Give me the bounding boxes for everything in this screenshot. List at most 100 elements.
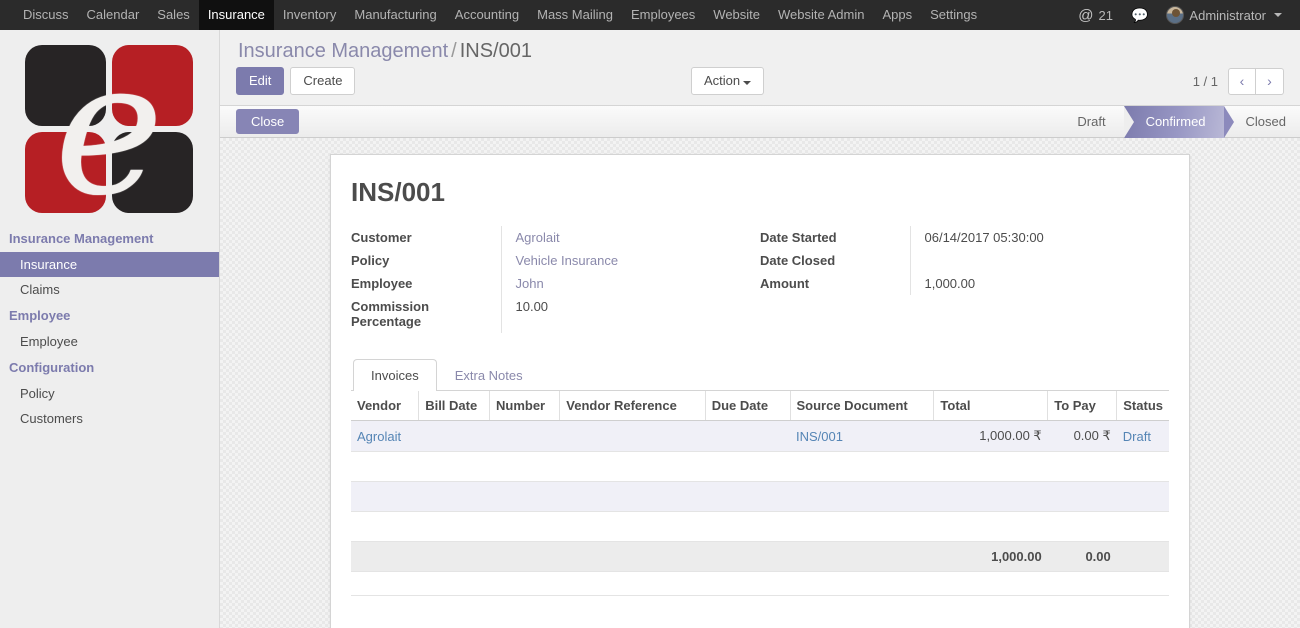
- field-row-date-started: Date Started 06/14/2017 05:30:00: [760, 226, 1169, 249]
- status-stage-label: Confirmed: [1145, 114, 1206, 129]
- table-tail-row: [351, 571, 1169, 596]
- cell-bill-date: [418, 420, 490, 452]
- sidebar-section-employee: Employee: [9, 308, 71, 323]
- nav-item-employees[interactable]: Employees: [622, 0, 704, 30]
- cell-due-date: [705, 420, 790, 452]
- field-value-date-closed: [909, 249, 1169, 272]
- cell-to-pay: 0.00 ₹: [1047, 420, 1117, 452]
- sidebar-item-policy[interactable]: Policy: [0, 381, 219, 406]
- total-sum-to-pay: 0.00: [1047, 541, 1117, 572]
- column-header-vendor-reference[interactable]: Vendor Reference: [559, 391, 706, 421]
- field-value-employee[interactable]: John: [516, 276, 544, 291]
- sidebar-item-claims[interactable]: Claims: [0, 277, 219, 302]
- field-value-policy[interactable]: Vehicle Insurance: [516, 253, 619, 268]
- main-content: Insurance Management / INS/001 Edit Create…: [220, 30, 1300, 628]
- control-panel: Insurance Management / INS/001 Edit Create…: [220, 30, 1300, 106]
- field-row-date-closed: Date Closed: [760, 249, 1169, 272]
- form-column-left: Customer Agrolait Policy Vehicle Insuran…: [351, 226, 760, 333]
- status-stage-draft[interactable]: Draft: [1063, 106, 1123, 138]
- nav-item-discuss[interactable]: Discuss: [14, 0, 78, 30]
- field-label-customer: Customer: [351, 230, 412, 245]
- status-stage-closed[interactable]: Closed: [1224, 106, 1298, 138]
- top-navbar: Discuss Calendar Sales Insurance Invento…: [0, 0, 1300, 30]
- sidebar-section-insurance-management: Insurance Management: [9, 231, 154, 246]
- field-label-commission-percentage: Commission Percentage: [351, 299, 430, 329]
- column-header-status[interactable]: Status: [1116, 391, 1169, 421]
- pager: 1 / 1 ‹ ›: [1193, 67, 1284, 95]
- form-fields: Customer Agrolait Policy Vehicle Insuran…: [351, 226, 1169, 345]
- sidebar-item-insurance[interactable]: Insurance: [0, 252, 219, 277]
- nav-item-calendar[interactable]: Calendar: [78, 0, 149, 30]
- field-value-amount: 1,000.00: [909, 272, 1169, 295]
- sidebar-item-employee[interactable]: Employee: [0, 329, 219, 354]
- nav-item-website[interactable]: Website: [704, 0, 769, 30]
- close-button[interactable]: Close: [236, 109, 300, 134]
- status-stage-label: Draft: [1077, 114, 1106, 129]
- column-header-source-document[interactable]: Source Document: [790, 391, 935, 421]
- column-header-number[interactable]: Number: [489, 391, 561, 421]
- total-sum-total: 1,000.00: [933, 541, 1048, 572]
- cell-number: [489, 420, 560, 452]
- column-header-bill-date[interactable]: Bill Date: [418, 391, 490, 421]
- logo-square-bottom-right: [112, 132, 193, 213]
- table-spacer-row: [351, 451, 1169, 482]
- table-spacer-row-2: [351, 511, 1169, 542]
- nav-item-settings[interactable]: Settings: [921, 0, 986, 30]
- brand-logo[interactable]: e: [0, 30, 219, 225]
- nav-item-mass-mailing[interactable]: Mass Mailing: [528, 0, 622, 30]
- record-title: INS/001: [351, 177, 445, 207]
- notebook: Invoices Extra Notes Vendor Bill Date Nu…: [351, 345, 1169, 596]
- column-header-total[interactable]: Total: [933, 391, 1049, 421]
- sheet-background: INS/001 Customer Agrolait Policy Vehicle…: [220, 138, 1300, 628]
- mentions-button[interactable]: @ 21: [1070, 0, 1121, 30]
- invoices-table-header: Vendor Bill Date Number Vendor Reference…: [351, 391, 1169, 421]
- page-body: e Insurance Management Insurance Claims …: [0, 30, 1300, 628]
- field-label-policy: Policy: [351, 253, 390, 268]
- nav-item-website-admin[interactable]: Website Admin: [769, 0, 873, 30]
- breadcrumb: Insurance Management / INS/001: [236, 30, 1284, 67]
- field-row-customer: Customer Agrolait: [351, 226, 760, 249]
- pager-previous-button[interactable]: ‹: [1228, 67, 1256, 95]
- cell-source-document[interactable]: INS/001: [790, 420, 934, 452]
- form-sheet: INS/001 Customer Agrolait Policy Vehicle…: [330, 154, 1190, 628]
- create-button[interactable]: Create: [290, 67, 356, 95]
- sidebar-item-customers[interactable]: Customers: [0, 406, 219, 431]
- tab-extra-notes[interactable]: Extra Notes: [437, 359, 541, 391]
- nav-item-accounting[interactable]: Accounting: [446, 0, 528, 30]
- form-column-right: Date Started 06/14/2017 05:30:00 Date Cl…: [760, 226, 1169, 333]
- table-totals-row: 1,000.00 0.00: [351, 541, 1169, 572]
- nav-item-apps[interactable]: Apps: [873, 0, 921, 30]
- nav-item-sales[interactable]: Sales: [148, 0, 199, 30]
- nav-item-inventory[interactable]: Inventory: [274, 0, 345, 30]
- column-header-to-pay[interactable]: To Pay: [1047, 391, 1118, 421]
- status-bar-row: Close Draft Confirmed Closed: [220, 105, 1300, 138]
- action-dropdown-button[interactable]: Action: [691, 67, 765, 95]
- user-menu[interactable]: Administrator: [1158, 0, 1290, 30]
- table-header-row: Vendor Bill Date Number Vendor Reference…: [351, 391, 1169, 421]
- nav-item-insurance[interactable]: Insurance: [198, 0, 274, 30]
- field-value-customer[interactable]: Agrolait: [516, 230, 560, 245]
- sidebar: e Insurance Management Insurance Claims …: [0, 30, 220, 628]
- cell-vendor[interactable]: Agrolait: [351, 420, 419, 452]
- field-row-employee: Employee John: [351, 272, 760, 295]
- chat-bubble-icon: 💬: [1130, 7, 1149, 23]
- breadcrumb-root[interactable]: Insurance Management: [238, 40, 448, 62]
- logo-square-top-left: [25, 45, 106, 126]
- table-row[interactable]: Agrolait INS/001 1,000.00 ₹ 0.00 ₹ Draft: [351, 420, 1169, 452]
- pager-next-button[interactable]: ›: [1256, 67, 1284, 95]
- cell-vendor-reference: [559, 420, 706, 452]
- tab-invoices[interactable]: Invoices: [353, 359, 437, 391]
- status-bar: Draft Confirmed Closed: [1063, 105, 1300, 138]
- column-header-due-date[interactable]: Due Date: [705, 391, 791, 421]
- systray: @ 21 💬 Administrator: [1070, 0, 1300, 30]
- nav-item-manufacturing[interactable]: Manufacturing: [345, 0, 445, 30]
- app-menu-list: Discuss Calendar Sales Insurance Invento…: [0, 0, 986, 30]
- messaging-button[interactable]: 💬: [1123, 0, 1156, 30]
- field-row-amount: Amount 1,000.00: [760, 272, 1169, 295]
- chevron-down-icon: [1274, 13, 1282, 17]
- status-stage-confirmed[interactable]: Confirmed: [1123, 105, 1234, 138]
- table-empty-row[interactable]: [351, 481, 1169, 512]
- edit-button[interactable]: Edit: [236, 67, 285, 95]
- breadcrumb-current: INS/001: [459, 40, 532, 62]
- column-header-vendor[interactable]: Vendor: [351, 391, 420, 421]
